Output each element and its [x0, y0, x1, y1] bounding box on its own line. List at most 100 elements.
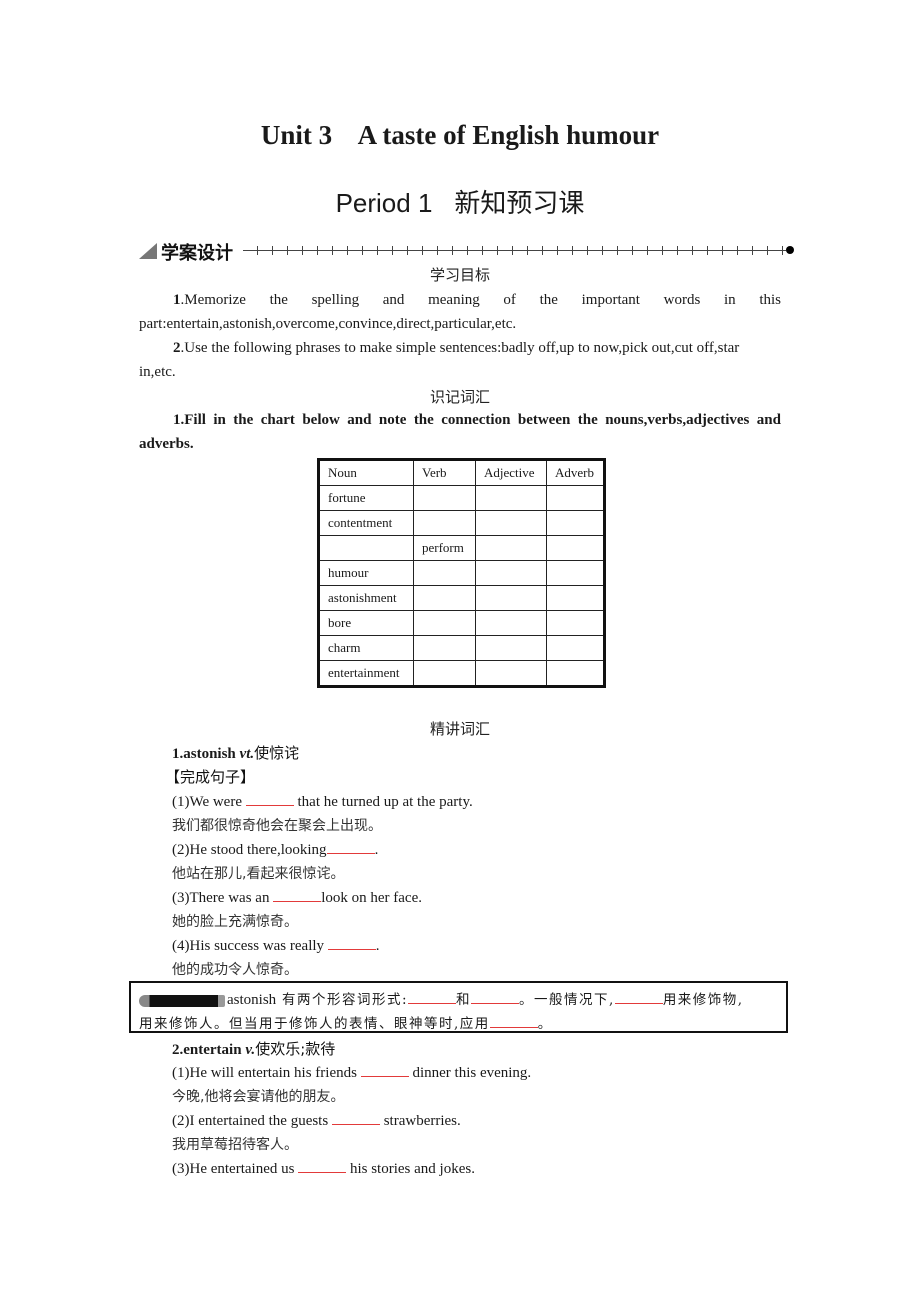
word2-num: 2 [172, 1042, 180, 1058]
table-cell[interactable] [413, 610, 476, 636]
table-cell[interactable] [475, 535, 547, 561]
sentence-4: (4)His success was really . [172, 935, 380, 955]
note-line-2: 用来修饰人。但当用于修饰人的表情、眼神等时,应用 。 [139, 1012, 553, 1033]
answer-blank[interactable] [614, 989, 663, 1004]
table-cell[interactable] [546, 610, 605, 636]
objective-text-cont: part:entertain,astonish,overcome,convinc… [139, 316, 517, 332]
sentence-1: (1)We were that he turned up at the part… [172, 791, 473, 811]
table-cell[interactable] [546, 585, 605, 611]
table-cell[interactable] [413, 660, 476, 687]
table-cell[interactable]: perform [413, 535, 476, 561]
word1-pos: vt. [239, 746, 255, 762]
answer-blank[interactable] [326, 839, 375, 854]
table-cell[interactable]: fortune [318, 485, 414, 511]
answer-blank[interactable] [471, 989, 520, 1004]
translation-2: 他站在那儿,看起来很惊诧。 [172, 866, 345, 882]
sentence-text: (3)There was an [172, 890, 274, 906]
note-text: 用来修饰人。但当用于修饰人的表情、眼神等时,应用 [139, 1016, 490, 1032]
word-forms-table: Noun Verb Adjective Adverb fortune conte… [317, 458, 606, 688]
table-row: perform [318, 535, 605, 561]
header-adverb: Adverb [546, 459, 605, 486]
translation-6: 我用草莓招待客人。 [172, 1137, 298, 1153]
objective-1: 1.Memorize the spelling and meaning of t… [139, 288, 781, 336]
instruction-text-cont: adverbs. [139, 436, 194, 452]
word1-term: 1.astonish [172, 746, 240, 762]
table-cell[interactable] [413, 485, 476, 511]
table-cell[interactable] [318, 535, 414, 561]
table-cell[interactable]: astonishment [318, 585, 414, 611]
note-text: 。一般情况下, [519, 992, 615, 1008]
objective-text-cont: in,etc. [139, 364, 176, 380]
translation-4: 他的成功令人惊奇。 [172, 962, 298, 978]
header-adjective: Adjective [475, 459, 547, 486]
instruction-text: .Fill in the chart below and note the co… [180, 412, 782, 428]
table-row: bore [318, 610, 605, 636]
table-cell[interactable] [475, 485, 547, 511]
sentence-text: (1)We were [172, 794, 246, 810]
translation-5: 今晚,他将会宴请他的朋友。 [172, 1089, 345, 1105]
table-cell[interactable] [413, 560, 476, 586]
table-cell[interactable] [546, 535, 605, 561]
sentence-5: (1)He will entertain his friends dinner … [172, 1062, 531, 1082]
table-cell[interactable] [413, 585, 476, 611]
table-cell[interactable] [475, 585, 547, 611]
sentence-text: . [375, 938, 380, 954]
translation-3: 她的脸上充满惊奇。 [172, 914, 298, 930]
answer-blank[interactable] [489, 1013, 538, 1028]
explain-heading: 精讲词汇 [429, 720, 490, 738]
table-cell[interactable]: humour [318, 560, 414, 586]
table-cell[interactable] [475, 510, 547, 536]
sentence-text: his stories and jokes. [346, 1161, 475, 1177]
table-cell[interactable]: entertainment [318, 660, 414, 687]
table-cell[interactable] [546, 635, 605, 661]
document-page: Unit 3 A taste of English humour Period … [0, 0, 920, 1302]
table-cell[interactable] [475, 635, 547, 661]
table-cell[interactable] [546, 560, 605, 586]
answer-blank[interactable] [245, 791, 294, 806]
sentence-text: strawberries. [379, 1113, 461, 1129]
summary-badge-icon [139, 994, 227, 1008]
period-cn: 新知预习课 [454, 189, 585, 219]
answer-blank[interactable] [298, 1158, 347, 1173]
note-text: 。 [537, 1016, 553, 1032]
table-cell[interactable] [475, 660, 547, 687]
table-cell[interactable] [413, 510, 476, 536]
table-row: charm [318, 635, 605, 661]
section-label: 学案设计 [161, 243, 233, 264]
summary-note-box: astonish 有两个形容词形式: 和 。一般情况下, 用来修饰物, 用来修饰人。但… [129, 981, 788, 1033]
sentence-7: (3)He entertained us his stories and jok… [172, 1158, 475, 1178]
table-cell[interactable] [475, 560, 547, 586]
objective-text: .Use the following phrases to make simpl… [180, 340, 740, 356]
note-word: astonish [227, 992, 277, 1008]
table-cell[interactable] [546, 660, 605, 687]
objective-num: 2 [173, 340, 181, 356]
answer-blank[interactable] [408, 989, 457, 1004]
sentence-text: (4)His success was really [172, 938, 328, 954]
table-cell[interactable]: contentment [318, 510, 414, 536]
table-cell[interactable] [475, 610, 547, 636]
period-title: Period 1 新知预习课 [0, 183, 920, 220]
table-cell[interactable] [546, 485, 605, 511]
triangle-icon [139, 243, 157, 259]
sentence-text: that he turned up at the party. [293, 794, 473, 810]
objective-2: 2.Use the following phrases to make simp… [139, 336, 781, 384]
sentence-3: (3)There was an look on her face. [172, 887, 422, 907]
table-cell[interactable]: bore [318, 610, 414, 636]
table-row: entertainment [318, 660, 605, 687]
sentence-2: (2)He stood there,looking. [172, 839, 378, 859]
rule-ticks [243, 246, 786, 255]
objectives-heading: 学习目标 [429, 266, 490, 284]
vocab-heading: 识记词汇 [429, 388, 490, 406]
note-text: 用来修饰物, [662, 992, 744, 1008]
note-text: 有两个形容词形式: [276, 992, 409, 1008]
table-cell[interactable]: charm [318, 635, 414, 661]
table-cell[interactable] [546, 510, 605, 536]
answer-blank[interactable] [327, 935, 376, 950]
table-cell[interactable] [413, 635, 476, 661]
answer-blank[interactable] [273, 887, 322, 902]
word1-title: 1.astonish vt.使惊诧 [172, 742, 299, 763]
answer-blank[interactable] [331, 1110, 380, 1125]
note-line-1: astonish 有两个形容词形式: 和 。一般情况下, 用来修饰物, [139, 988, 744, 1009]
answer-blank[interactable] [360, 1062, 409, 1077]
instruction-num: 1 [173, 412, 181, 428]
